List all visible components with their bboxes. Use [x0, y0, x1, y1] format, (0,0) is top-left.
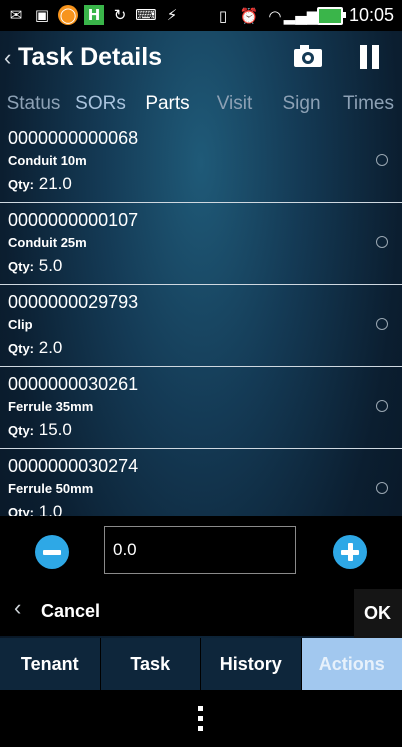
qty-label: Qty: [8, 423, 34, 438]
tab-task[interactable]: Task [100, 638, 200, 690]
quantity-input[interactable]: 0.0 [104, 526, 296, 574]
page-title: Task Details [18, 43, 163, 71]
ok-button[interactable]: OK [354, 589, 402, 638]
chevron-left-icon[interactable]: ‹ [14, 595, 21, 621]
qty-value: 21.0 [38, 174, 72, 193]
part-code: 0000000030261 [8, 374, 139, 394]
pause-button[interactable] [360, 45, 382, 69]
select-radio[interactable] [376, 400, 388, 412]
detail-tabs: Status SORs Parts Visit Sign Times [0, 89, 402, 121]
quantity-stepper: 0.0 [0, 516, 402, 581]
tab-times[interactable]: Times [335, 89, 402, 121]
system-nav-bar [0, 690, 402, 747]
part-qty: Qty: 21.0 [8, 174, 72, 194]
part-description: Ferrule 50mm [8, 481, 94, 496]
action-row: ‹ Cancel OK [0, 581, 402, 638]
clock: 10:05 [348, 5, 394, 25]
part-description: Clip [8, 317, 33, 332]
part-qty: Qty: 1.0 [8, 502, 62, 516]
tab-sign[interactable]: Sign [268, 89, 335, 121]
decrement-button[interactable] [35, 535, 69, 569]
part-code: 0000000030274 [8, 456, 139, 476]
select-radio[interactable] [376, 318, 388, 330]
mail-icon: ✉ [9, 6, 23, 24]
qty-value: 15.0 [38, 420, 72, 439]
list-item[interactable]: 0000000030274 Ferrule 50mm Qty: 1.0 [0, 448, 402, 516]
back-chevron-icon[interactable]: ‹ [4, 45, 11, 71]
qty-value: 2.0 [38, 338, 63, 357]
battery-icon [316, 6, 346, 25]
status-bar: ✉ ▣ ◯ H ↻ ⌨ ⚡ ▯ ⏰ ◠ ▂▄▆ 10:05 [0, 0, 402, 31]
select-radio[interactable] [376, 154, 388, 166]
qty-value: 5.0 [38, 256, 63, 275]
pause-icon [360, 45, 367, 69]
h-app-icon: H [84, 5, 104, 25]
bottom-tabs: Tenant Task History Actions [0, 638, 402, 690]
tab-history[interactable]: History [201, 638, 301, 690]
select-radio[interactable] [376, 236, 388, 248]
tab-parts[interactable]: Parts [134, 89, 201, 121]
qty-label: Qty: [8, 341, 34, 356]
signal-icon: ▂▄▆ [283, 6, 319, 25]
overflow-menu-icon[interactable] [198, 706, 204, 732]
o-app-icon: ◯ [58, 5, 78, 25]
image-icon: ▣ [34, 6, 50, 24]
wifi-icon: ◠ [268, 6, 282, 25]
list-item[interactable]: 0000000000068 Conduit 10m Qty: 21.0 [0, 121, 402, 202]
header: ‹ Task Details [0, 31, 402, 86]
part-qty: Qty: 15.0 [8, 420, 72, 440]
usb-icon: ⚡ [166, 6, 178, 24]
tab-sors[interactable]: SORs [67, 89, 134, 121]
system-icons: ▯ ⏰ ◠ ▂▄▆ 10:05 [213, 5, 394, 26]
ok-label: OK [364, 603, 391, 623]
part-description: Conduit 25m [8, 235, 87, 250]
qty-label: Qty: [8, 505, 34, 516]
tab-status[interactable]: Status [0, 89, 67, 121]
tab-actions[interactable]: Actions [301, 638, 402, 690]
alarm-icon: ⏰ [239, 6, 259, 25]
vibrate-icon: ▯ [218, 6, 228, 25]
part-qty: Qty: 5.0 [8, 256, 62, 276]
list-item[interactable]: 0000000000107 Conduit 25m Qty: 5.0 [0, 202, 402, 284]
part-description: Conduit 10m [8, 153, 87, 168]
qty-value: 1.0 [38, 502, 63, 516]
part-qty: Qty: 2.0 [8, 338, 62, 358]
list-item[interactable]: 0000000029793 Clip Qty: 2.0 [0, 284, 402, 366]
part-code: 0000000029793 [8, 292, 139, 312]
tab-tenant[interactable]: Tenant [0, 638, 100, 690]
qty-label: Qty: [8, 177, 34, 192]
part-code: 0000000000068 [8, 128, 139, 148]
camera-icon[interactable] [294, 45, 322, 67]
parts-list: 0000000000068 Conduit 10m Qty: 21.0 0000… [0, 121, 402, 516]
task-details-screen: ‹ Task Details Status SORs Parts Visit S… [0, 31, 402, 690]
keyboard-icon: ⌨ [135, 6, 157, 24]
qty-label: Qty: [8, 259, 34, 274]
sync-icon: ↻ [113, 6, 127, 24]
part-code: 0000000000107 [8, 210, 139, 230]
notification-icons: ✉ ▣ ◯ H ↻ ⌨ ⚡ [6, 5, 182, 25]
tab-visit[interactable]: Visit [201, 89, 268, 121]
increment-button[interactable] [333, 535, 367, 569]
list-item[interactable]: 0000000030261 Ferrule 35mm Qty: 15.0 [0, 366, 402, 448]
cancel-button[interactable]: Cancel [41, 601, 100, 622]
part-description: Ferrule 35mm [8, 399, 94, 414]
select-radio[interactable] [376, 482, 388, 494]
minus-icon [43, 550, 61, 555]
